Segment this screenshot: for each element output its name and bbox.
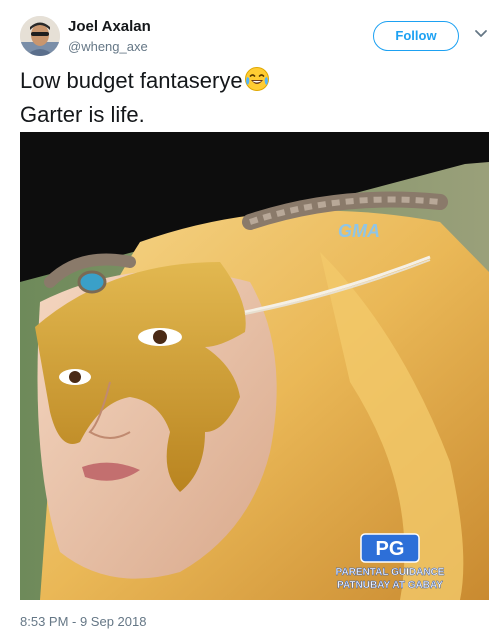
chevron-down-icon[interactable] [474, 29, 488, 39]
tweet-text: Low budget fantaserye Garter is life. [20, 66, 460, 130]
tweet-photo[interactable]: GMA PG PARENTAL GUIDANCE PATNUBAY AT GAB… [20, 132, 489, 600]
user-handle[interactable]: @wheng_axe [68, 39, 148, 54]
display-name[interactable]: Joel Axalan [68, 18, 151, 35]
tweet-text-line-2: Garter is life. [20, 102, 145, 127]
rating-line-1: PARENTAL GUIDANCE [336, 567, 445, 578]
follow-button[interactable]: Follow [373, 21, 459, 51]
tweet-timestamp[interactable]: 8:53 PM - 9 Sep 2018 [20, 614, 146, 629]
rating-badge-label: PG [376, 538, 405, 560]
avatar[interactable] [20, 16, 60, 56]
network-logo: GMA [338, 221, 380, 241]
tweet-text-line-1: Low budget fantaserye [20, 66, 460, 100]
tweet-card: Joel Axalan @wheng_axe Follow Low budget… [0, 0, 500, 633]
face-with-tears-of-joy-icon [244, 66, 270, 100]
rating-line-2: PATNUBAY AT GABAY [337, 580, 443, 591]
